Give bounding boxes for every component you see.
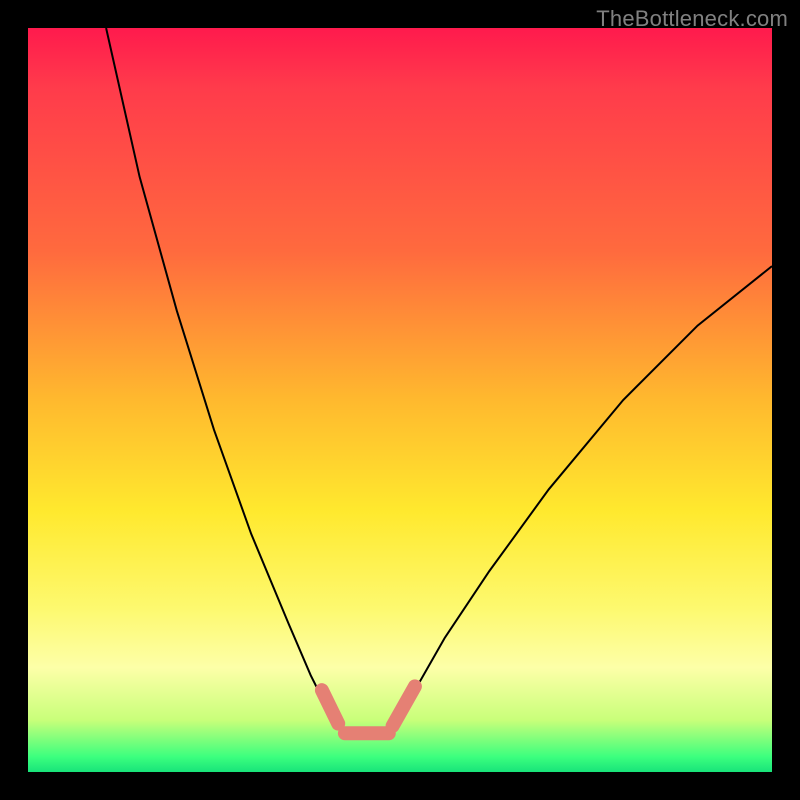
marker-right-tail (393, 686, 415, 726)
chart-frame: TheBottleneck.com (0, 0, 800, 800)
curves-svg (28, 28, 772, 772)
curve-right (395, 266, 772, 723)
marker-left-tail (322, 690, 338, 723)
curve-left (106, 28, 339, 724)
plot-area (28, 28, 772, 772)
